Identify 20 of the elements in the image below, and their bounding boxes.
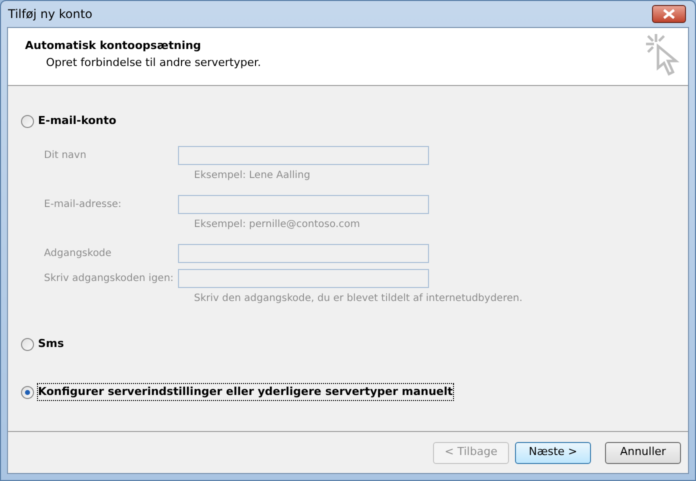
dialog-button[interactable]: Næste > [515,442,591,464]
header-title: Automatisk kontoopsætning [25,38,202,54]
radio-label: E-mail-konto [38,112,116,129]
hint-text: Eksempel: Lene Aalling [193,169,312,183]
radio-label: Konfigurer serverindstillinger eller yderligere servertyper manuelt [38,384,453,400]
hint-text: Skriv den adgangskode, du er blevet tildelt af internetudbyderen. [193,292,524,306]
radio-button[interactable] [21,338,34,350]
radio-button[interactable] [21,386,34,398]
field-label: Skriv adgangskoden igen: [44,272,175,286]
radio-label: Sms [38,336,64,352]
dialog-button[interactable]: Annuller [605,442,681,464]
hint-text: Eksempel: pernille@contoso.com [193,218,361,232]
field-label: Adgangskode [44,246,112,260]
field-label: E-mail-adresse: [44,198,122,212]
header-subtitle: Opret forbindelse til andre servertyper. [45,54,261,70]
close-icon [663,9,675,19]
close-button[interactable] [652,5,686,23]
radio-button[interactable] [21,114,34,128]
field-label: Dit navn [44,148,88,162]
window-title: Tilføj ny konto [7,6,92,23]
